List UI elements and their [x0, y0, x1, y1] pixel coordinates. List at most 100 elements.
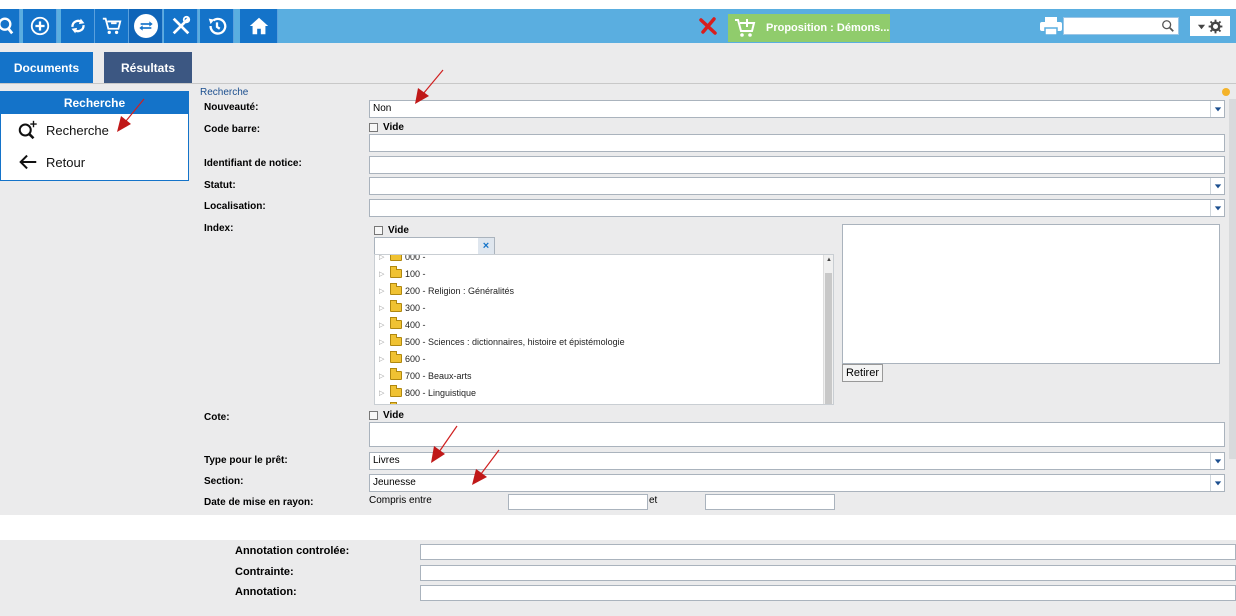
- nouveaute-value: Non: [373, 103, 392, 114]
- section-select[interactable]: Jeunesse: [369, 474, 1225, 492]
- breadcrumb[interactable]: Recherche: [200, 87, 248, 98]
- index-label: Index:: [204, 223, 234, 234]
- hint-icon[interactable]: [1222, 88, 1230, 96]
- tree-node[interactable]: ▷ 200 - Religion : Généralités: [375, 282, 625, 299]
- date-from-input[interactable]: [508, 494, 648, 510]
- scroll-up-icon[interactable]: ▲: [824, 257, 833, 263]
- code-barre-input[interactable]: [369, 134, 1225, 152]
- statut-select[interactable]: [369, 177, 1225, 195]
- cote-input[interactable]: [369, 422, 1225, 447]
- tree-node[interactable]: ▷ 300 -: [375, 299, 625, 316]
- add-button[interactable]: [23, 9, 57, 43]
- type-pret-label: Type pour le prêt:: [204, 455, 288, 466]
- index-filter-input[interactable]: ×: [374, 237, 495, 255]
- tab-results[interactable]: Résultats: [104, 52, 192, 83]
- gear-icon: [1208, 19, 1223, 33]
- chevron-down-icon: [1210, 200, 1224, 216]
- checkbox-box[interactable]: [369, 123, 378, 132]
- proposal-button[interactable]: Proposition : Démons...: [728, 14, 890, 42]
- home-button[interactable]: [240, 9, 278, 43]
- cote-label: Cote:: [204, 412, 230, 423]
- clear-icon[interactable]: ×: [478, 238, 494, 254]
- checkbox-label: Vide: [383, 410, 404, 421]
- contrainte-input[interactable]: [420, 565, 1236, 581]
- code-barre-vide-checkbox[interactable]: Vide: [369, 122, 404, 133]
- checkbox-box[interactable]: [374, 226, 383, 235]
- proposal-label: Proposition : Démons...: [766, 22, 890, 34]
- date-to-input[interactable]: [705, 494, 835, 510]
- home-icon: [249, 17, 268, 35]
- annotation-controlee-label: Annotation controlée:: [235, 545, 350, 557]
- expand-icon[interactable]: ▷: [379, 255, 390, 261]
- annotation-controlee-input[interactable]: [420, 544, 1236, 560]
- cart-add-icon: [735, 19, 756, 37]
- cancel-proposal-icon[interactable]: [698, 16, 718, 36]
- expand-icon[interactable]: ▷: [379, 304, 390, 312]
- folder-icon: [390, 351, 402, 363]
- page-scrollbar[interactable]: [1229, 99, 1236, 459]
- nouveaute-select[interactable]: Non: [369, 100, 1225, 118]
- retirer-button[interactable]: Retirer: [842, 364, 883, 382]
- folder-icon: [390, 334, 402, 346]
- tree-node[interactable]: ▷ 400 -: [375, 316, 625, 333]
- search-icon: [0, 17, 13, 35]
- tree-node[interactable]: ▷ 500 - Sciences : dictionnaires, histoir…: [375, 333, 625, 350]
- expand-icon[interactable]: ▷: [379, 338, 390, 346]
- side-item-recherche[interactable]: Recherche: [1, 114, 188, 146]
- top-toolbar: Proposition : Démons...: [0, 9, 1236, 43]
- expand-icon[interactable]: ▷: [379, 389, 390, 397]
- tree-node[interactable]: ▷ 600 -: [375, 350, 625, 367]
- tree-node[interactable]: ▷ 000 -: [375, 255, 625, 265]
- expand-icon[interactable]: ▷: [379, 287, 390, 295]
- global-search-input[interactable]: [1063, 17, 1179, 35]
- type-pret-select[interactable]: Livres: [369, 452, 1225, 470]
- refresh-button[interactable]: [61, 9, 95, 43]
- tab-documents[interactable]: Documents: [0, 52, 93, 83]
- expand-icon[interactable]: ▷: [379, 355, 390, 363]
- transfer-button[interactable]: [129, 9, 163, 43]
- section-value: Jeunesse: [373, 477, 416, 488]
- printer-icon[interactable]: [1039, 16, 1063, 36]
- expand-icon[interactable]: ▷: [379, 321, 390, 329]
- contrainte-label: Contrainte:: [235, 566, 294, 578]
- expand-icon[interactable]: ▷: [379, 372, 390, 380]
- date-and-label: et: [649, 495, 658, 506]
- tree-node[interactable]: ▷900 - Histoire et géographie: [375, 401, 625, 404]
- magnifier-icon[interactable]: [1161, 19, 1175, 33]
- settings-button[interactable]: [1190, 16, 1230, 36]
- tree-node-label: 700 - Beaux-arts: [405, 370, 472, 381]
- folder-icon: [390, 300, 402, 312]
- localisation-select[interactable]: [369, 199, 1225, 217]
- folder-icon: [390, 385, 402, 397]
- chevron-down-icon: [1197, 24, 1206, 29]
- index-tree[interactable]: ▷ 000 - ▷ 100 - ▷ 200 - Religion : Généralité…: [374, 254, 834, 405]
- scroll-thumb[interactable]: [825, 273, 832, 404]
- tree-node-label: 500 - Sciences : dictionnaires, histoire…: [405, 336, 625, 347]
- tree-node[interactable]: ▷ 800 - Linguistique: [375, 384, 625, 401]
- identifiant-label: Identifiant de notice:: [204, 158, 302, 169]
- expand-icon[interactable]: ▷: [379, 270, 390, 278]
- tools-icon: [172, 15, 190, 35]
- cart-button[interactable]: [95, 9, 129, 43]
- side-panel-title: Recherche: [1, 92, 188, 114]
- annotation-input[interactable]: [420, 585, 1236, 601]
- tree-scrollbar[interactable]: ▲: [823, 255, 833, 404]
- side-panel: Recherche Recherche Retour: [0, 91, 189, 181]
- identifiant-input[interactable]: [369, 156, 1225, 174]
- search-button[interactable]: [0, 9, 20, 43]
- tree-node[interactable]: ▷ 100 -: [375, 265, 625, 282]
- history-button[interactable]: [200, 9, 234, 43]
- cote-vide-checkbox[interactable]: Vide: [369, 410, 404, 421]
- folder-icon: [390, 368, 402, 380]
- index-selection-box[interactable]: [842, 224, 1220, 364]
- index-vide-checkbox[interactable]: Vide: [374, 225, 409, 236]
- side-item-retour[interactable]: Retour: [1, 146, 188, 178]
- add-circle-icon: [30, 16, 49, 36]
- folder-icon: [390, 255, 402, 261]
- tools-button[interactable]: [164, 9, 198, 43]
- chevron-down-icon: [1210, 101, 1224, 117]
- date-rayon-label: Date de mise en rayon:: [204, 497, 314, 508]
- tree-node[interactable]: ▷ 700 - Beaux-arts: [375, 367, 625, 384]
- checkbox-box[interactable]: [369, 411, 378, 420]
- chevron-down-icon: [1210, 178, 1224, 194]
